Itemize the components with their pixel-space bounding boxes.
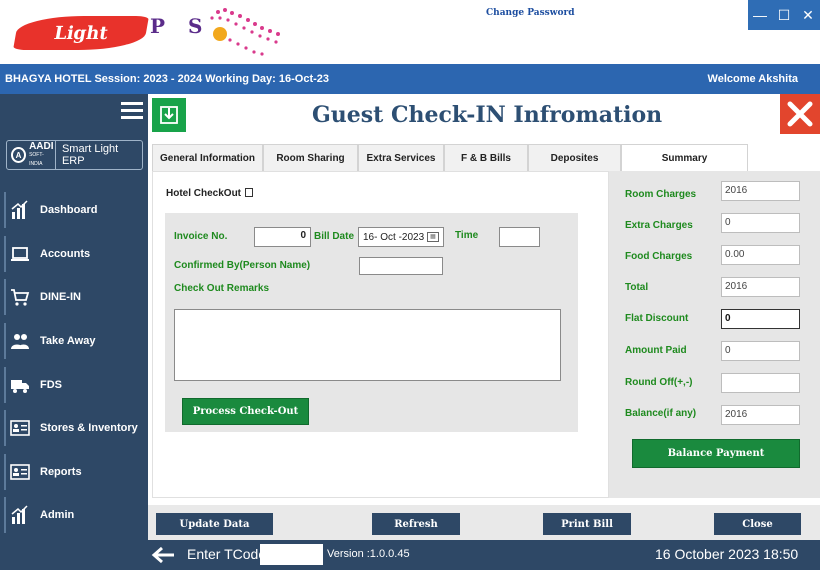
- logo-light: Light: [13, 16, 149, 50]
- checkout-remarks-textarea[interactable]: [174, 309, 561, 381]
- process-checkout-button[interactable]: Process Check-Out: [182, 398, 309, 425]
- update-data-button[interactable]: Update Data: [156, 513, 273, 535]
- hotel-checkout-checkbox[interactable]: [245, 188, 253, 197]
- aadi-text: AADI: [29, 140, 54, 152]
- flat-discount-input[interactable]: 0: [721, 309, 800, 329]
- change-password-link[interactable]: Change Password: [486, 8, 575, 18]
- tab-extra-services[interactable]: Extra Services: [358, 144, 444, 171]
- brand-erp-text: Smart Light ERP: [61, 143, 119, 167]
- maximize-button[interactable]: ☐: [772, 0, 796, 30]
- time-label: Time: [455, 230, 479, 241]
- balance-label: Balance(if any): [625, 408, 697, 419]
- sidebar-item-take-away[interactable]: Take Away: [0, 321, 148, 361]
- invoice-label: Invoice No.: [174, 231, 228, 242]
- confirmed-by-label: Confirmed By(Person Name): [174, 260, 311, 271]
- version-text: Version :1.0.0.45: [327, 548, 410, 560]
- invoice-input[interactable]: 0: [254, 227, 311, 247]
- round-off-input[interactable]: [721, 373, 800, 393]
- sidebar-item-admin[interactable]: Admin: [0, 495, 148, 535]
- tab-deposites[interactable]: Deposites: [528, 144, 621, 171]
- logo-burst-icon: [210, 8, 280, 56]
- close-form-icon[interactable]: [780, 94, 820, 134]
- tab-room-sharing[interactable]: Room Sharing: [263, 144, 358, 171]
- sidebar-item-dine-in[interactable]: DINE-IN: [0, 277, 148, 317]
- bar-chart-icon: [11, 200, 28, 219]
- bill-date-value: 16- Oct -2023: [363, 231, 425, 243]
- sidebar-item-label: Dashboard: [40, 204, 98, 216]
- aadi-logo: A AADI SOFT-INDIA: [7, 141, 56, 169]
- print-bill-button[interactable]: Print Bill: [543, 513, 631, 535]
- sidebar-item-label: Admin: [40, 509, 75, 521]
- welcome-user: Welcome Akshita: [707, 73, 798, 85]
- extra-charges-label: Extra Charges: [625, 220, 693, 231]
- id-card-icon: [10, 464, 30, 480]
- sidebar: A AADI SOFT-INDIA Smart Light ERP Dashboa…: [0, 94, 148, 540]
- session-info: BHAGYA HOTEL Session: 2023 - 2024 Workin…: [5, 73, 330, 85]
- tcode-input[interactable]: [260, 544, 323, 565]
- tab-fb-bills[interactable]: F & B Bills: [444, 144, 528, 171]
- hamburger-menu-icon[interactable]: [121, 102, 143, 119]
- confirmed-by-input[interactable]: [359, 257, 443, 275]
- top-header: Light P S Change Password — ☐ ✕: [0, 0, 820, 64]
- amount-paid-label: Amount Paid: [625, 345, 687, 356]
- cart-icon: [11, 289, 30, 306]
- balance-payment-button[interactable]: Balance Payment: [632, 439, 800, 468]
- aadi-logo-icon: A: [11, 147, 27, 163]
- footer-bar: Enter TCode Version :1.0.0.45 16 October…: [0, 540, 820, 570]
- amount-paid-input[interactable]: 0: [721, 341, 800, 361]
- tab-general-information[interactable]: General Information: [152, 144, 263, 171]
- extra-charges-input[interactable]: 0: [721, 213, 800, 233]
- flat-discount-label: Flat Discount: [625, 313, 689, 324]
- close-button[interactable]: Close: [714, 513, 801, 535]
- refresh-button[interactable]: Refresh: [372, 513, 460, 535]
- laptop-icon: [11, 247, 29, 261]
- room-charges-label: Room Charges: [625, 189, 697, 200]
- page-title: Guest Check-IN Infromation: [312, 102, 663, 128]
- bill-date-label: Bill Date: [314, 231, 355, 242]
- tcode-label: Enter TCode: [187, 546, 267, 562]
- sidebar-item-dashboard[interactable]: Dashboard: [0, 190, 148, 230]
- remarks-label: Check Out Remarks: [174, 283, 270, 294]
- total-label: Total: [625, 282, 649, 293]
- total-input[interactable]: 2016: [721, 277, 800, 297]
- aadi-subtext: SOFT-INDIA: [29, 151, 44, 167]
- sidebar-item-label: Take Away: [40, 335, 96, 347]
- bill-date-picker[interactable]: 16- Oct -2023 ▦: [358, 227, 444, 247]
- close-window-button[interactable]: ✕: [796, 0, 820, 30]
- hotel-checkout-label: Hotel CheckOut: [166, 188, 242, 199]
- sidebar-item-label: DINE-IN: [40, 291, 81, 303]
- tab-bar: General Information Room Sharing Extra S…: [152, 144, 748, 172]
- food-charges-input[interactable]: 0.00: [721, 245, 800, 265]
- time-input[interactable]: [499, 227, 540, 247]
- users-icon: [11, 334, 29, 349]
- sidebar-item-fds[interactable]: FDS: [0, 365, 148, 405]
- datetime-text: 16 October 2023 18:50: [655, 546, 799, 562]
- id-card-icon: [10, 420, 30, 436]
- room-charges-input[interactable]: 2016: [721, 181, 800, 201]
- tab-summary[interactable]: Summary: [621, 144, 748, 172]
- save-checkin-icon[interactable]: [152, 98, 186, 132]
- brand-badge: A AADI SOFT-INDIA Smart Light ERP: [6, 140, 143, 170]
- sidebar-item-label: Reports: [40, 466, 82, 478]
- logo-light-text: Light: [52, 22, 110, 44]
- session-bar: BHAGYA HOTEL Session: 2023 - 2024 Workin…: [0, 64, 820, 94]
- balance-input[interactable]: 2016: [721, 405, 800, 425]
- minimize-button[interactable]: —: [748, 0, 772, 30]
- round-off-label: Round Off(+,-): [625, 377, 693, 388]
- sidebar-item-label: Stores & Inventory: [40, 422, 138, 434]
- sidebar-item-stores-inventory[interactable]: Stores & Inventory: [0, 408, 148, 448]
- truck-icon: [11, 380, 29, 393]
- sidebar-item-label: Accounts: [40, 248, 91, 260]
- sidebar-item-accounts[interactable]: Accounts: [0, 234, 148, 274]
- calendar-icon[interactable]: ▦: [427, 232, 439, 242]
- window-controls: — ☐ ✕: [748, 0, 820, 30]
- sidebar-item-label: FDS: [40, 379, 62, 391]
- bar-chart-icon: [11, 505, 28, 524]
- food-charges-label: Food Charges: [625, 251, 693, 262]
- back-arrow-icon[interactable]: [150, 546, 176, 564]
- sidebar-item-reports[interactable]: Reports: [0, 452, 148, 492]
